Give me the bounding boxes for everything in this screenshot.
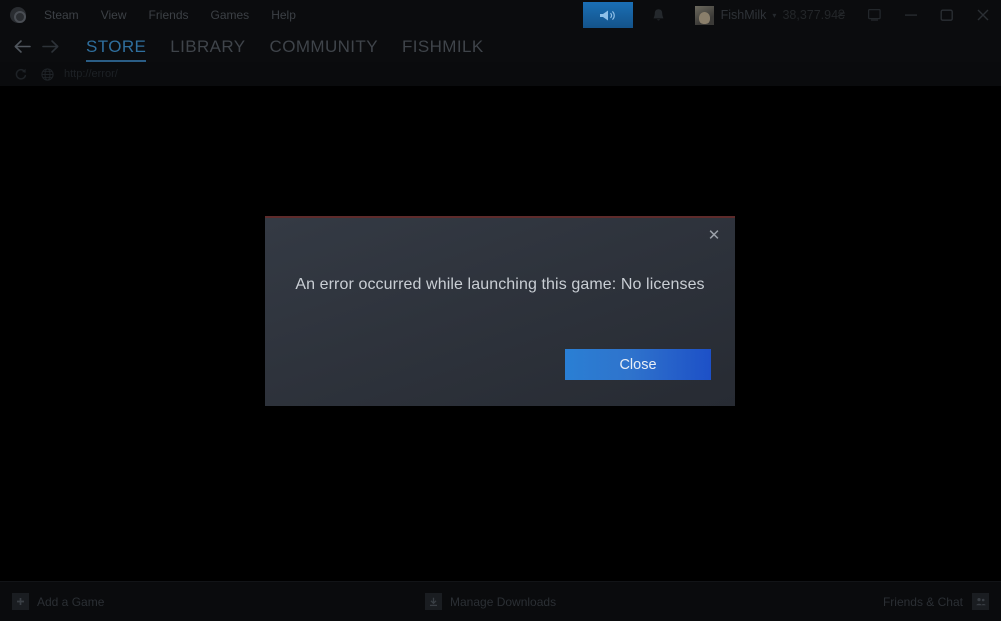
title-bar-right-controls: FishMilk ▾ 38,377.94₴ (582, 0, 1001, 30)
steam-client-window: Steam View Friends Games Help FishMilk ▾… (0, 0, 1001, 621)
main-navigation-bar: STORE LIBRARY COMMUNITY FISHMILK (0, 30, 1001, 62)
close-window-button[interactable] (965, 0, 1001, 30)
error-dialog: ✕ An error occurred while launching this… (265, 216, 735, 406)
friends-icon (975, 598, 986, 606)
steam-logo-icon (10, 7, 26, 23)
menu-item-view[interactable]: View (90, 4, 138, 26)
main-content-area: ✕ An error occurred while launching this… (0, 86, 1001, 581)
manage-downloads-button[interactable]: Manage Downloads (425, 593, 556, 610)
minimize-button[interactable] (893, 0, 929, 30)
friends-and-chat-button[interactable]: Friends & Chat (883, 593, 989, 610)
globe-icon (40, 67, 54, 81)
friends-chat-label: Friends & Chat (882, 594, 963, 609)
wallet-balance: 38,377.94₴ (782, 8, 845, 22)
plus-icon (17, 598, 24, 605)
url-text[interactable]: http://error/ (64, 68, 118, 80)
arrow-left-icon (14, 39, 31, 53)
download-icon (430, 597, 437, 606)
maximize-button[interactable] (929, 0, 965, 30)
menu-item-games[interactable]: Games (200, 4, 261, 26)
status-bar: Add a Game Manage Downloads Friends & Ch… (0, 581, 1001, 621)
nav-tab-community[interactable]: COMMUNITY (258, 37, 390, 62)
broadcast-button[interactable] (582, 2, 633, 28)
back-button[interactable] (8, 32, 36, 60)
user-account-button[interactable]: FishMilk ▾ 38,377.94₴ (689, 2, 851, 28)
download-box-icon (425, 593, 442, 610)
bell-icon (653, 8, 664, 20)
menu-item-steam[interactable]: Steam (33, 4, 90, 26)
dialog-footer: Close (265, 349, 735, 406)
title-bar: Steam View Friends Games Help FishMilk ▾… (0, 0, 1001, 30)
monitor-icon (867, 8, 881, 21)
maximize-icon (940, 9, 953, 21)
display-mode-button[interactable] (857, 0, 893, 30)
dialog-body: An error occurred while launching this g… (265, 218, 735, 349)
plus-box-icon (12, 593, 29, 610)
forward-button[interactable] (36, 32, 64, 60)
menu-item-friends[interactable]: Friends (137, 4, 199, 26)
manage-downloads-label: Manage Downloads (450, 594, 557, 609)
nav-tab-profile[interactable]: FISHMILK (390, 37, 496, 62)
add-game-button[interactable]: Add a Game (12, 593, 104, 610)
modal-overlay: ✕ An error occurred while launching this… (0, 86, 1001, 581)
nav-tab-store[interactable]: STORE (74, 37, 158, 62)
error-message: An error occurred while launching this g… (295, 276, 705, 293)
megaphone-icon (599, 10, 615, 20)
refresh-button[interactable] (8, 63, 34, 85)
nav-tab-library[interactable]: LIBRARY (158, 37, 257, 62)
url-bar: http://error/ (0, 62, 1001, 86)
arrow-right-icon (41, 39, 58, 53)
friends-box-icon (972, 593, 989, 610)
chevron-down-icon: ▾ (772, 10, 777, 20)
site-info-button[interactable] (34, 63, 60, 85)
avatar (694, 5, 714, 25)
minimize-icon (905, 14, 917, 16)
close-icon (977, 9, 989, 21)
history-navigation (8, 30, 64, 62)
add-game-label: Add a Game (37, 594, 105, 609)
close-dialog-button[interactable]: Close (565, 349, 711, 380)
user-name: FishMilk (720, 8, 767, 22)
refresh-icon (15, 68, 27, 80)
menu-bar: Steam View Friends Games Help (33, 4, 307, 26)
menu-item-help[interactable]: Help (260, 4, 307, 26)
notifications-button[interactable] (639, 2, 679, 28)
dialog-close-button[interactable]: ✕ (699, 222, 729, 248)
nav-tabs: STORE LIBRARY COMMUNITY FISHMILK (74, 30, 496, 62)
